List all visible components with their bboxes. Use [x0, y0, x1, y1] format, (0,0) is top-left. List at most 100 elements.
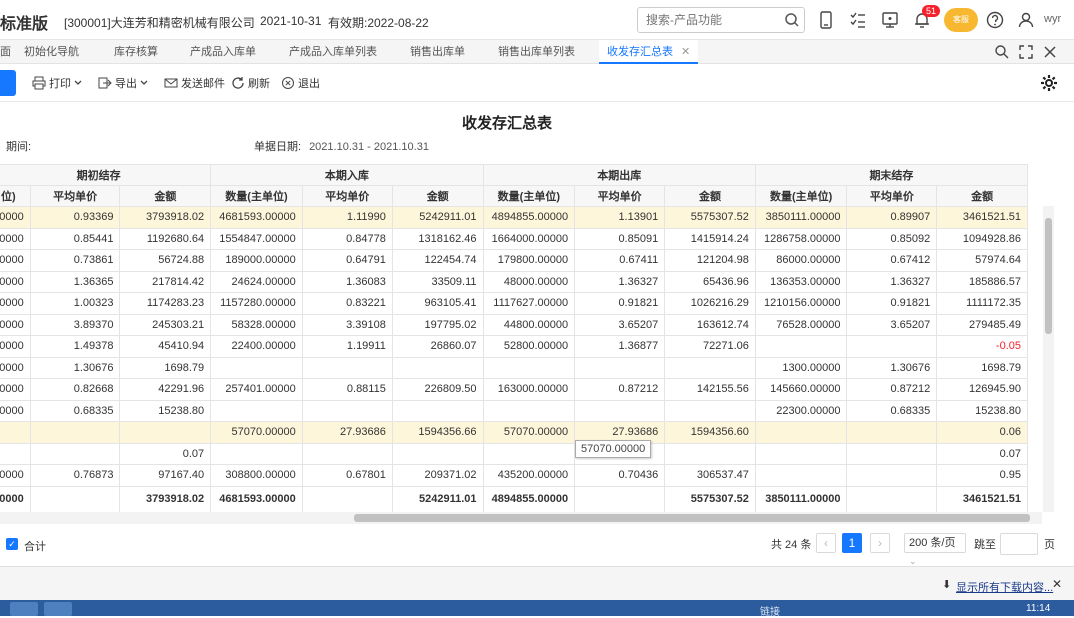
phone-icon[interactable]	[816, 10, 836, 30]
current-page-button[interactable]: 1	[842, 533, 862, 553]
table-cell: 0.91821	[574, 292, 666, 315]
table-row[interactable]: 000000.7386156724.88189000.000000.647911…	[0, 249, 1028, 272]
column-header[interactable]: 金额	[936, 185, 1028, 207]
table-cell: 48000.00000	[482, 270, 576, 293]
table-cell: 1.00323	[29, 292, 121, 315]
table-row[interactable]: 000003.89370245303.2158328.000003.391081…	[0, 313, 1028, 336]
column-header[interactable]: 平均单价	[29, 185, 121, 207]
column-header[interactable]: 金额	[119, 185, 212, 207]
tab-inventory-accounting[interactable]: 库存核算	[114, 40, 158, 64]
taskbar-app-button[interactable]	[10, 602, 38, 616]
sum-checkbox[interactable]: ✓	[6, 538, 18, 550]
total-cell: 5575307.52	[664, 485, 756, 512]
table-cell	[754, 464, 848, 487]
tab-sales-outbound-list[interactable]: 销售出库单列表	[498, 40, 575, 64]
table-cell: 279485.49	[936, 313, 1028, 336]
total-cell	[301, 485, 393, 512]
table-row[interactable]: 000000.8266842291.96257401.000000.881152…	[0, 378, 1028, 401]
export-button[interactable]: 导出	[98, 75, 148, 91]
table-cell: 00000	[0, 206, 31, 229]
table-row[interactable]: 57070.00000 27.93686 1594356.66 57070.00000…	[0, 421, 1028, 444]
close-tab-icon[interactable]: ✕	[681, 46, 690, 58]
table-row[interactable]: 000001.306761698.791300.000001.306761698…	[0, 356, 1028, 379]
search-box[interactable]	[637, 7, 805, 33]
exit-button[interactable]: 退出	[281, 75, 320, 91]
column-header[interactable]: 平均单价	[301, 185, 393, 207]
search-input[interactable]	[638, 8, 778, 32]
table-row[interactable]: 0.07 0.07	[0, 442, 1028, 465]
table-cell	[754, 442, 848, 465]
next-page-button[interactable]: ›	[870, 533, 890, 553]
screen-icon[interactable]	[880, 10, 900, 30]
column-header[interactable]: 金额	[391, 185, 484, 207]
table-cell: 1318162.46	[391, 227, 484, 250]
table-cell: 0.67801	[301, 464, 393, 487]
table-cell: 308800.00000	[210, 464, 303, 487]
column-header[interactable]: 位)	[0, 185, 31, 207]
prev-page-button[interactable]: ‹	[816, 533, 836, 553]
column-header[interactable]: 数量(主单位)	[210, 185, 303, 207]
table-row[interactable]: 000001.003231174283.231157280.000000.832…	[0, 292, 1028, 315]
help-icon[interactable]	[985, 10, 1005, 30]
table-cell: 0.67411	[574, 249, 666, 272]
refresh-label: 刷新	[248, 78, 270, 90]
search-icon[interactable]	[784, 12, 800, 28]
table-cell: 0.85441	[29, 227, 121, 250]
group-header: 期末结存	[754, 164, 1029, 186]
tab-finished-goods-receipt[interactable]: 产成品入库单	[190, 40, 256, 64]
table-cell: 3.89370	[29, 313, 121, 336]
query-button[interactable]	[0, 70, 16, 96]
table-row[interactable]: 000001.36365217814.4224624.000001.360833…	[0, 270, 1028, 293]
tab-finished-goods-receipt-list[interactable]: 产成品入库单列表	[289, 40, 377, 64]
table-cell	[754, 335, 848, 358]
table-cell: 1094928.86	[936, 227, 1028, 250]
table-row[interactable]: 000000.7687397167.40308800.000000.678012…	[0, 464, 1028, 487]
jump-page-input[interactable]	[1000, 533, 1038, 555]
print-button[interactable]: 打印	[32, 75, 82, 91]
table-row[interactable]: 000000.6833515238.8022300.000000.6833515…	[0, 399, 1028, 422]
table-cell: 58328.00000	[210, 313, 303, 336]
tab-inventory-summary[interactable]: 收发存汇总表 ✕	[599, 40, 699, 64]
chevron-down-icon: ⌄	[909, 556, 917, 566]
column-header[interactable]: 数量(主单位)	[754, 185, 848, 207]
customer-service-avatar[interactable]: 客服	[944, 8, 978, 32]
fullscreen-icon[interactable]	[1017, 43, 1035, 61]
send-email-button[interactable]: 发送邮件	[164, 75, 225, 91]
table-row[interactable]: 000001.4937845410.9422400.000001.1991126…	[0, 335, 1028, 358]
task-list-icon[interactable]	[848, 10, 868, 30]
page-size-select[interactable]: 200 条/页 ⌄	[904, 533, 966, 566]
user-icon[interactable]	[1016, 10, 1036, 30]
table-cell: 42291.96	[119, 378, 212, 401]
table-cell: 76528.00000	[754, 313, 848, 336]
table-cell: 0.73861	[29, 249, 121, 272]
refresh-button[interactable]: 刷新	[231, 75, 270, 91]
column-header[interactable]: 金额	[664, 185, 756, 207]
search-icon[interactable]	[993, 43, 1011, 61]
table-cell: 5575307.52	[664, 206, 756, 229]
table-cell: 1.36083	[301, 270, 393, 293]
horizontal-scroll-thumb[interactable]	[354, 514, 1030, 522]
tab-label: 产成品入库单列表	[289, 46, 377, 58]
tab-sales-outbound[interactable]: 销售出库单	[410, 40, 465, 64]
show-all-downloads-link[interactable]: 显示所有下载内容...	[956, 579, 1053, 595]
table-cell: 1.30676	[29, 356, 121, 379]
column-header[interactable]: 平均单价	[574, 185, 666, 207]
table-cell: 0.95	[936, 464, 1028, 487]
close-icon[interactable]	[1041, 43, 1059, 61]
tab-home[interactable]: 面	[0, 40, 14, 64]
close-download-bar-icon[interactable]: ✕	[1052, 577, 1062, 591]
jump-label: 跳至	[974, 539, 996, 551]
table-row[interactable]: 000000.854411192680.641554847.000000.847…	[0, 227, 1028, 250]
column-header[interactable]: 平均单价	[846, 185, 938, 207]
mail-icon	[164, 78, 178, 88]
gear-icon[interactable]	[1040, 74, 1058, 92]
user-name[interactable]: wyr	[1044, 13, 1061, 25]
tab-init-guide[interactable]: 初始化导航	[24, 40, 79, 64]
vertical-scroll-thumb[interactable]	[1045, 218, 1052, 334]
taskbar-app-button[interactable]	[44, 602, 72, 616]
column-header[interactable]: 数量(主单位)	[482, 185, 576, 207]
table-row[interactable]: 000000.933693793918.024681593.000001.119…	[0, 206, 1028, 229]
table-cell: 27.93686	[301, 421, 393, 444]
table-cell: 1664000.00000	[482, 227, 576, 250]
table-cell: 57974.64	[936, 249, 1028, 272]
